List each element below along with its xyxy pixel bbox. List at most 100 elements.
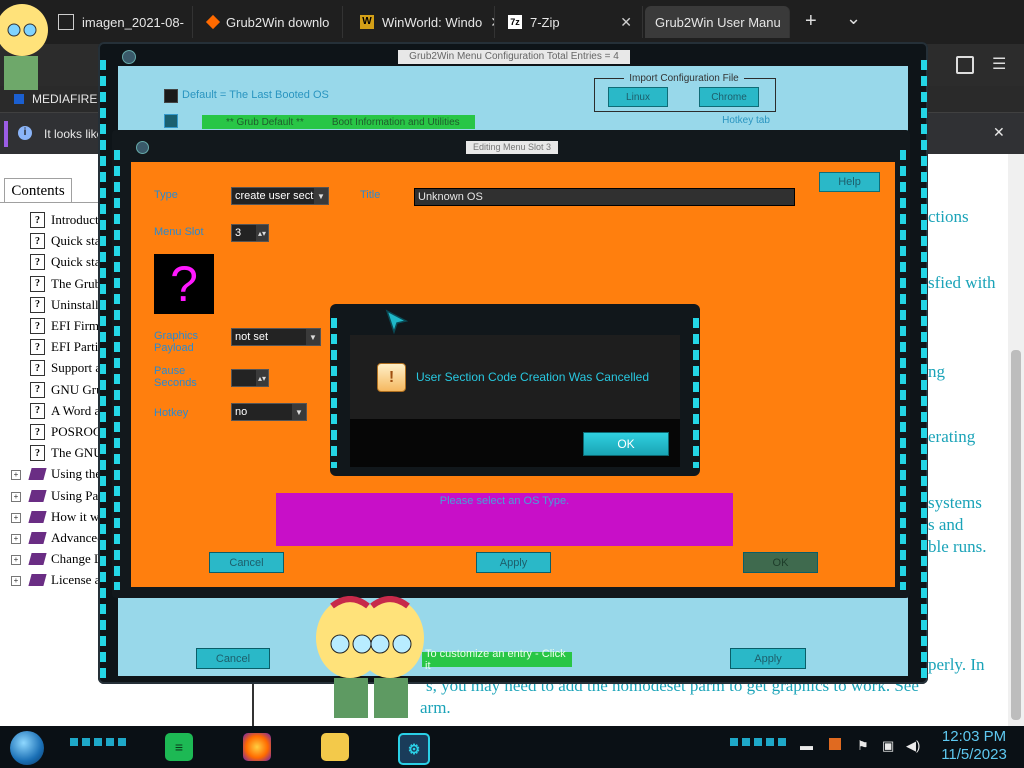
default-checkbox[interactable] — [164, 89, 178, 103]
help-page-icon: ? — [30, 445, 45, 462]
tab-7zip[interactable]: 7z 7-Zip ✕ — [498, 6, 643, 38]
menu-slot-value: 3 — [235, 227, 242, 239]
info-close-button[interactable]: ✕ — [993, 124, 1005, 141]
close-icon[interactable]: ✕ — [620, 14, 632, 31]
spinner-arrows-icon[interactable]: ▴▾ — [256, 370, 268, 386]
help-page-icon: ? — [30, 275, 45, 292]
toc-item[interactable]: ? EFI Partit — [30, 337, 102, 357]
title-input[interactable]: Unknown OS — [414, 188, 795, 206]
extensions-icon[interactable] — [956, 56, 974, 74]
toc-item[interactable]: How it w — [28, 507, 99, 527]
help-page-icon: ? — [30, 318, 45, 334]
hotkey-select[interactable]: no ▼ — [231, 403, 307, 421]
toc-item[interactable]: ? A Word a — [30, 401, 100, 421]
menu-slot-spinner[interactable]: 3 ▴▾ — [231, 224, 269, 242]
toc-item[interactable]: ? The GNU — [30, 443, 103, 463]
message-ok-button[interactable]: OK — [583, 432, 669, 456]
import-linux-button[interactable]: Linux — [608, 87, 668, 107]
hotkey-tab[interactable]: Hotkey tab — [715, 115, 777, 129]
toc-item[interactable]: ? Quick sta — [30, 231, 100, 251]
toc-item[interactable]: Using the — [28, 464, 101, 484]
tab-winworld[interactable]: W WinWorld: Windo ✕ — [350, 6, 495, 38]
tray-app-icon[interactable] — [829, 738, 841, 750]
graphics-label-line2: Payload — [154, 342, 194, 354]
graphics-select[interactable]: not set ▼ — [231, 328, 321, 346]
chevron-down-icon: ▼ — [292, 404, 306, 420]
toc-item[interactable]: ? The Grub — [30, 274, 101, 294]
tab-grub2win-download[interactable]: Grub2Win downlo — [198, 6, 343, 38]
taskbar-clock[interactable]: 12:03 PM 11/5/2023 — [934, 728, 1014, 764]
expand-icon[interactable]: + — [11, 576, 21, 587]
import-title: Import Configuration File — [624, 73, 744, 85]
toc-item[interactable]: ? Quick sta — [30, 252, 100, 272]
browser-tab-bar: imagen_2021-08- Grub2Win downlo W WinWor… — [0, 0, 1024, 44]
toc-item[interactable]: License a — [28, 570, 100, 590]
os-icon[interactable]: ? — [154, 254, 214, 314]
toc-item-label: The Grub — [51, 275, 102, 291]
contents-tab[interactable]: Contents — [4, 178, 72, 203]
expand-icon[interactable]: + — [11, 534, 21, 544]
book-icon — [28, 510, 47, 523]
info-text: It looks like — [44, 127, 104, 141]
bookmark-mediafire[interactable]: MEDIAFIRE F — [32, 92, 108, 106]
pause-spinner[interactable]: ▴▾ — [231, 369, 269, 387]
grub2win-taskbar-icon[interactable]: ⚙ — [398, 733, 430, 765]
toc-item[interactable]: Change L — [28, 549, 102, 569]
start-button[interactable] — [10, 731, 44, 765]
toc-item-label: The GNU — [51, 445, 103, 461]
entry-radio[interactable] — [164, 114, 178, 128]
doc-text-fragment: systems — [928, 493, 982, 512]
close-icon[interactable]: ✕ — [490, 14, 494, 31]
grub-default-entry[interactable]: ** Grub Default ** Boot Information and … — [202, 115, 475, 129]
toc-item[interactable]: ? Introducti — [30, 210, 102, 230]
tab-imagen[interactable]: imagen_2021-08- — [48, 6, 193, 38]
toc-item[interactable]: Using Par — [28, 486, 103, 506]
tab-grub2win-manual[interactable]: Grub2Win User Manu — [645, 6, 790, 38]
edit-apply-button[interactable]: Apply — [476, 552, 551, 573]
flag-icon[interactable]: ⚑ — [857, 738, 869, 754]
toc-item-label: Change L — [51, 551, 102, 567]
expand-icon[interactable]: + — [11, 491, 21, 502]
toc-item[interactable]: ? Support a — [30, 358, 101, 378]
file-explorer-icon[interactable] — [321, 733, 349, 761]
spinner-arrows-icon[interactable]: ▴▾ — [256, 225, 268, 241]
toc-item-label: A Word a — [51, 402, 101, 418]
scrollbar-thumb[interactable] — [1011, 350, 1021, 720]
edit-ok-button[interactable]: OK — [743, 552, 818, 573]
toc-item[interactable]: ? EFI Firm — [30, 316, 99, 336]
book-icon — [28, 532, 47, 544]
toc-item-label: Quick sta — [51, 254, 101, 270]
spreadsheet-app-icon[interactable]: ≡ — [165, 733, 193, 761]
edit-window-title: Editing Menu Slot 3 — [466, 141, 558, 154]
firefox-icon[interactable] — [243, 733, 271, 761]
volume-icon[interactable]: ◀) — [906, 738, 920, 754]
main-apply-button[interactable]: Apply — [730, 648, 806, 669]
dialog-glow-right — [693, 318, 699, 468]
network-icon[interactable]: ▣ — [882, 738, 894, 754]
info-accent — [4, 121, 8, 147]
toc-item[interactable]: ? POSROG — [30, 422, 102, 442]
toc-item[interactable]: Advanced — [28, 528, 104, 548]
chevron-down-icon: ▼ — [306, 329, 320, 345]
tab-list-button[interactable]: ⌄ — [846, 8, 861, 29]
help-button[interactable]: Help — [819, 172, 880, 192]
expand-icon[interactable]: + — [11, 512, 21, 523]
edit-cancel-button[interactable]: Cancel — [209, 552, 284, 573]
help-page-icon: ? — [30, 233, 45, 250]
expand-icon[interactable]: + — [11, 470, 21, 481]
expand-icon[interactable]: + — [11, 555, 21, 566]
book-icon — [28, 574, 47, 587]
new-tab-button[interactable]: + — [805, 10, 817, 33]
pane-divider[interactable] — [252, 680, 254, 726]
toc-item[interactable]: ? Uninstalli — [30, 295, 102, 315]
clock-date: 11/5/2023 — [941, 746, 1007, 763]
import-chrome-button[interactable]: Chrome — [699, 87, 759, 107]
doc-text-fragment: s and — [928, 515, 964, 534]
tray-overflow-icon[interactable]: ▬ — [800, 738, 813, 753]
main-cancel-button[interactable]: Cancel — [196, 648, 270, 669]
menu-icon[interactable]: ☰ — [992, 54, 1006, 74]
type-select[interactable]: create user secti ▼ — [231, 187, 329, 205]
edit-glow-left — [114, 150, 120, 590]
toc-item[interactable]: ? GNU Gru — [30, 380, 103, 400]
doc-text-fragment: ble runs. — [928, 537, 987, 556]
